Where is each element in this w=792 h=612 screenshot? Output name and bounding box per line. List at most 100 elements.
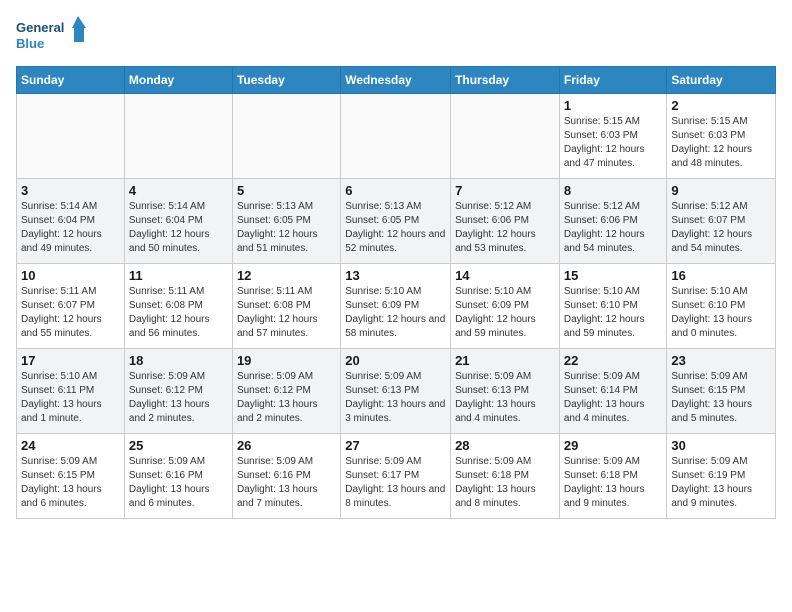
day-info: Sunrise: 5:09 AM Sunset: 6:13 PM Dayligh… [345, 370, 446, 426]
day-info: Sunrise: 5:13 AM Sunset: 6:05 PM Dayligh… [237, 200, 336, 256]
calendar-cell [232, 94, 340, 179]
calendar-week-2: 3 Sunrise: 5:14 AM Sunset: 6:04 PM Daylig… [17, 179, 776, 264]
calendar-cell: 21 Sunrise: 5:09 AM Sunset: 6:13 PM Dayli… [451, 349, 560, 434]
day-number: 11 [129, 268, 228, 283]
day-number: 19 [237, 353, 336, 368]
calendar-cell [124, 94, 232, 179]
calendar-cell: 3Sunrise: 5:14 AM Sunset: 6:04 PM Daylig… [17, 179, 125, 264]
day-info: Sunrise: 5:13 AM Sunset: 6:05 PM Dayligh… [345, 200, 446, 256]
day-number: 23 [671, 353, 771, 368]
calendar-cell: 9Sunrise: 5:12 AM Sunset: 6:07 PM Daylig… [667, 179, 776, 264]
calendar-cell [451, 94, 560, 179]
day-info: Sunrise: 5:09 AM Sunset: 6:16 PM Dayligh… [129, 455, 228, 511]
day-number: 24 [21, 438, 120, 453]
day-number: 28 [455, 438, 555, 453]
day-number: 20 [345, 353, 446, 368]
calendar-cell [17, 94, 125, 179]
day-info: Sunrise: 5:09 AM Sunset: 6:18 PM Dayligh… [564, 455, 663, 511]
calendar-cell: 19 Sunrise: 5:09 AM Sunset: 6:12 PM Dayli… [232, 349, 340, 434]
calendar-cell: 24Sunrise: 5:09 AM Sunset: 6:15 PM Dayli… [17, 434, 125, 519]
day-number: 6 [345, 183, 446, 198]
calendar-cell: 18 Sunrise: 5:09 AM Sunset: 6:12 PM Dayli… [124, 349, 232, 434]
day-number: 29 [564, 438, 663, 453]
calendar-week-1: 1 Sunrise: 5:15 AM Sunset: 6:03 PM Daylig… [17, 94, 776, 179]
day-info: Sunrise: 5:09 AM Sunset: 6:12 PM Dayligh… [237, 370, 336, 426]
day-number: 2 [671, 98, 771, 113]
calendar-cell: 17 Sunrise: 5:10 AM Sunset: 6:11 PM Dayli… [17, 349, 125, 434]
calendar-cell: 13 Sunrise: 5:10 AM Sunset: 6:09 PM Dayli… [341, 264, 451, 349]
calendar-cell: 25 Sunrise: 5:09 AM Sunset: 6:16 PM Dayli… [124, 434, 232, 519]
calendar-table: SundayMondayTuesdayWednesdayThursdayFrid… [16, 66, 776, 519]
day-info: Sunrise: 5:11 AM Sunset: 6:08 PM Dayligh… [129, 285, 228, 341]
calendar-cell: 29 Sunrise: 5:09 AM Sunset: 6:18 PM Dayli… [559, 434, 667, 519]
calendar-cell: 27Sunrise: 5:09 AM Sunset: 6:17 PM Dayli… [341, 434, 451, 519]
day-info: Sunrise: 5:12 AM Sunset: 6:06 PM Dayligh… [455, 200, 555, 256]
day-info: Sunrise: 5:11 AM Sunset: 6:08 PM Dayligh… [237, 285, 336, 341]
day-number: 27 [345, 438, 446, 453]
calendar-cell: 7 Sunrise: 5:12 AM Sunset: 6:06 PM Daylig… [451, 179, 560, 264]
calendar-cell: 5 Sunrise: 5:13 AM Sunset: 6:05 PM Daylig… [232, 179, 340, 264]
day-header-friday: Friday [559, 67, 667, 94]
day-info: Sunrise: 5:09 AM Sunset: 6:12 PM Dayligh… [129, 370, 228, 426]
day-header-saturday: Saturday [667, 67, 776, 94]
day-number: 5 [237, 183, 336, 198]
calendar-cell: 22 Sunrise: 5:09 AM Sunset: 6:14 PM Dayli… [559, 349, 667, 434]
day-info: Sunrise: 5:14 AM Sunset: 6:04 PM Dayligh… [129, 200, 228, 256]
calendar-cell: 20 Sunrise: 5:09 AM Sunset: 6:13 PM Dayli… [341, 349, 451, 434]
svg-text:Blue: Blue [16, 36, 44, 51]
day-info: Sunrise: 5:09 AM Sunset: 6:13 PM Dayligh… [455, 370, 555, 426]
day-number: 30 [671, 438, 771, 453]
day-header-monday: Monday [124, 67, 232, 94]
calendar-cell: 23Sunrise: 5:09 AM Sunset: 6:15 PM Dayli… [667, 349, 776, 434]
day-number: 4 [129, 183, 228, 198]
logo: General Blue [16, 16, 86, 56]
calendar-week-5: 24Sunrise: 5:09 AM Sunset: 6:15 PM Dayli… [17, 434, 776, 519]
day-info: Sunrise: 5:09 AM Sunset: 6:14 PM Dayligh… [564, 370, 663, 426]
day-number: 13 [345, 268, 446, 283]
day-header-tuesday: Tuesday [232, 67, 340, 94]
day-info: Sunrise: 5:10 AM Sunset: 6:09 PM Dayligh… [455, 285, 555, 341]
day-number: 26 [237, 438, 336, 453]
day-info: Sunrise: 5:15 AM Sunset: 6:03 PM Dayligh… [564, 115, 663, 171]
day-number: 9 [671, 183, 771, 198]
calendar-cell: 16 Sunrise: 5:10 AM Sunset: 6:10 PM Dayli… [667, 264, 776, 349]
calendar-cell: 28Sunrise: 5:09 AM Sunset: 6:18 PM Dayli… [451, 434, 560, 519]
day-info: Sunrise: 5:09 AM Sunset: 6:16 PM Dayligh… [237, 455, 336, 511]
day-number: 25 [129, 438, 228, 453]
calendar-cell: 30 Sunrise: 5:09 AM Sunset: 6:19 PM Dayli… [667, 434, 776, 519]
day-number: 12 [237, 268, 336, 283]
calendar-cell [341, 94, 451, 179]
calendar-cell: 8 Sunrise: 5:12 AM Sunset: 6:06 PM Daylig… [559, 179, 667, 264]
day-number: 18 [129, 353, 228, 368]
day-number: 14 [455, 268, 555, 283]
day-number: 22 [564, 353, 663, 368]
calendar-week-4: 17 Sunrise: 5:10 AM Sunset: 6:11 PM Dayli… [17, 349, 776, 434]
day-info: Sunrise: 5:10 AM Sunset: 6:09 PM Dayligh… [345, 285, 446, 341]
day-header-thursday: Thursday [451, 67, 560, 94]
day-number: 16 [671, 268, 771, 283]
day-number: 21 [455, 353, 555, 368]
day-info: Sunrise: 5:12 AM Sunset: 6:06 PM Dayligh… [564, 200, 663, 256]
svg-text:General: General [16, 20, 64, 35]
day-header-wednesday: Wednesday [341, 67, 451, 94]
calendar-cell: 6 Sunrise: 5:13 AM Sunset: 6:05 PM Daylig… [341, 179, 451, 264]
calendar-cell: 1 Sunrise: 5:15 AM Sunset: 6:03 PM Daylig… [559, 94, 667, 179]
day-info: Sunrise: 5:10 AM Sunset: 6:10 PM Dayligh… [564, 285, 663, 341]
calendar-week-3: 10Sunrise: 5:11 AM Sunset: 6:07 PM Dayli… [17, 264, 776, 349]
calendar-cell: 4 Sunrise: 5:14 AM Sunset: 6:04 PM Daylig… [124, 179, 232, 264]
day-info: Sunrise: 5:10 AM Sunset: 6:11 PM Dayligh… [21, 370, 120, 426]
calendar-cell: 15 Sunrise: 5:10 AM Sunset: 6:10 PM Dayli… [559, 264, 667, 349]
calendar-cell: 10Sunrise: 5:11 AM Sunset: 6:07 PM Dayli… [17, 264, 125, 349]
day-number: 7 [455, 183, 555, 198]
calendar-cell: 2 Sunrise: 5:15 AM Sunset: 6:03 PM Daylig… [667, 94, 776, 179]
calendar-cell: 26 Sunrise: 5:09 AM Sunset: 6:16 PM Dayli… [232, 434, 340, 519]
day-number: 8 [564, 183, 663, 198]
day-number: 3 [21, 183, 120, 198]
day-number: 1 [564, 98, 663, 113]
day-info: Sunrise: 5:10 AM Sunset: 6:10 PM Dayligh… [671, 285, 771, 341]
day-info: Sunrise: 5:15 AM Sunset: 6:03 PM Dayligh… [671, 115, 771, 171]
day-info: Sunrise: 5:09 AM Sunset: 6:19 PM Dayligh… [671, 455, 771, 511]
calendar-cell: 11 Sunrise: 5:11 AM Sunset: 6:08 PM Dayli… [124, 264, 232, 349]
day-number: 17 [21, 353, 120, 368]
day-number: 15 [564, 268, 663, 283]
